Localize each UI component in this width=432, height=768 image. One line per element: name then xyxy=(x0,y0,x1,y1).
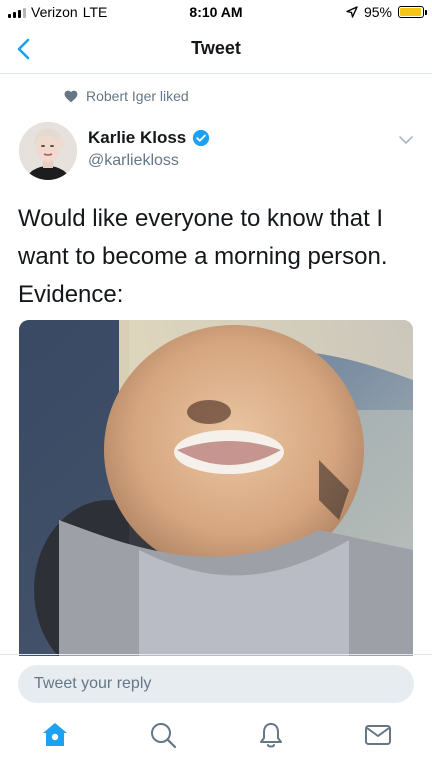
nav-bar: Tweet xyxy=(0,26,432,74)
video-thumbnail xyxy=(19,320,413,656)
status-bar: Verizon LTE 8:10 AM 95% xyxy=(0,0,432,26)
social-context: Robert Iger liked xyxy=(64,88,189,104)
tweet-video[interactable] xyxy=(19,320,413,656)
location-arrow-icon xyxy=(346,6,358,18)
avatar[interactable] xyxy=(19,122,77,180)
page-title: Tweet xyxy=(191,38,241,58)
status-right: 95% xyxy=(346,4,427,20)
author-handle[interactable]: @karliekloss xyxy=(88,152,210,170)
tweet-text: Would like everyone to know that I want … xyxy=(18,205,388,308)
avatar-image xyxy=(19,122,77,180)
search-icon[interactable] xyxy=(148,720,178,750)
reply-bar: Tweet your reply xyxy=(0,654,432,706)
battery-percent: 95% xyxy=(363,4,392,20)
messages-envelope-icon[interactable] xyxy=(363,720,393,750)
author-name[interactable]: Karlie Kloss xyxy=(88,128,186,148)
social-context-text: Robert Iger liked xyxy=(86,88,189,104)
reply-input[interactable]: Tweet your reply xyxy=(18,665,414,703)
heart-icon xyxy=(64,90,78,102)
battery-icon xyxy=(398,6,427,18)
tab-bar xyxy=(0,706,432,768)
home-icon[interactable] xyxy=(40,720,70,750)
chevron-down-icon[interactable] xyxy=(398,134,414,146)
verified-badge-icon xyxy=(193,129,210,147)
notifications-bell-icon[interactable] xyxy=(256,720,286,750)
author-info[interactable]: Karlie Kloss @karliekloss xyxy=(88,128,210,170)
